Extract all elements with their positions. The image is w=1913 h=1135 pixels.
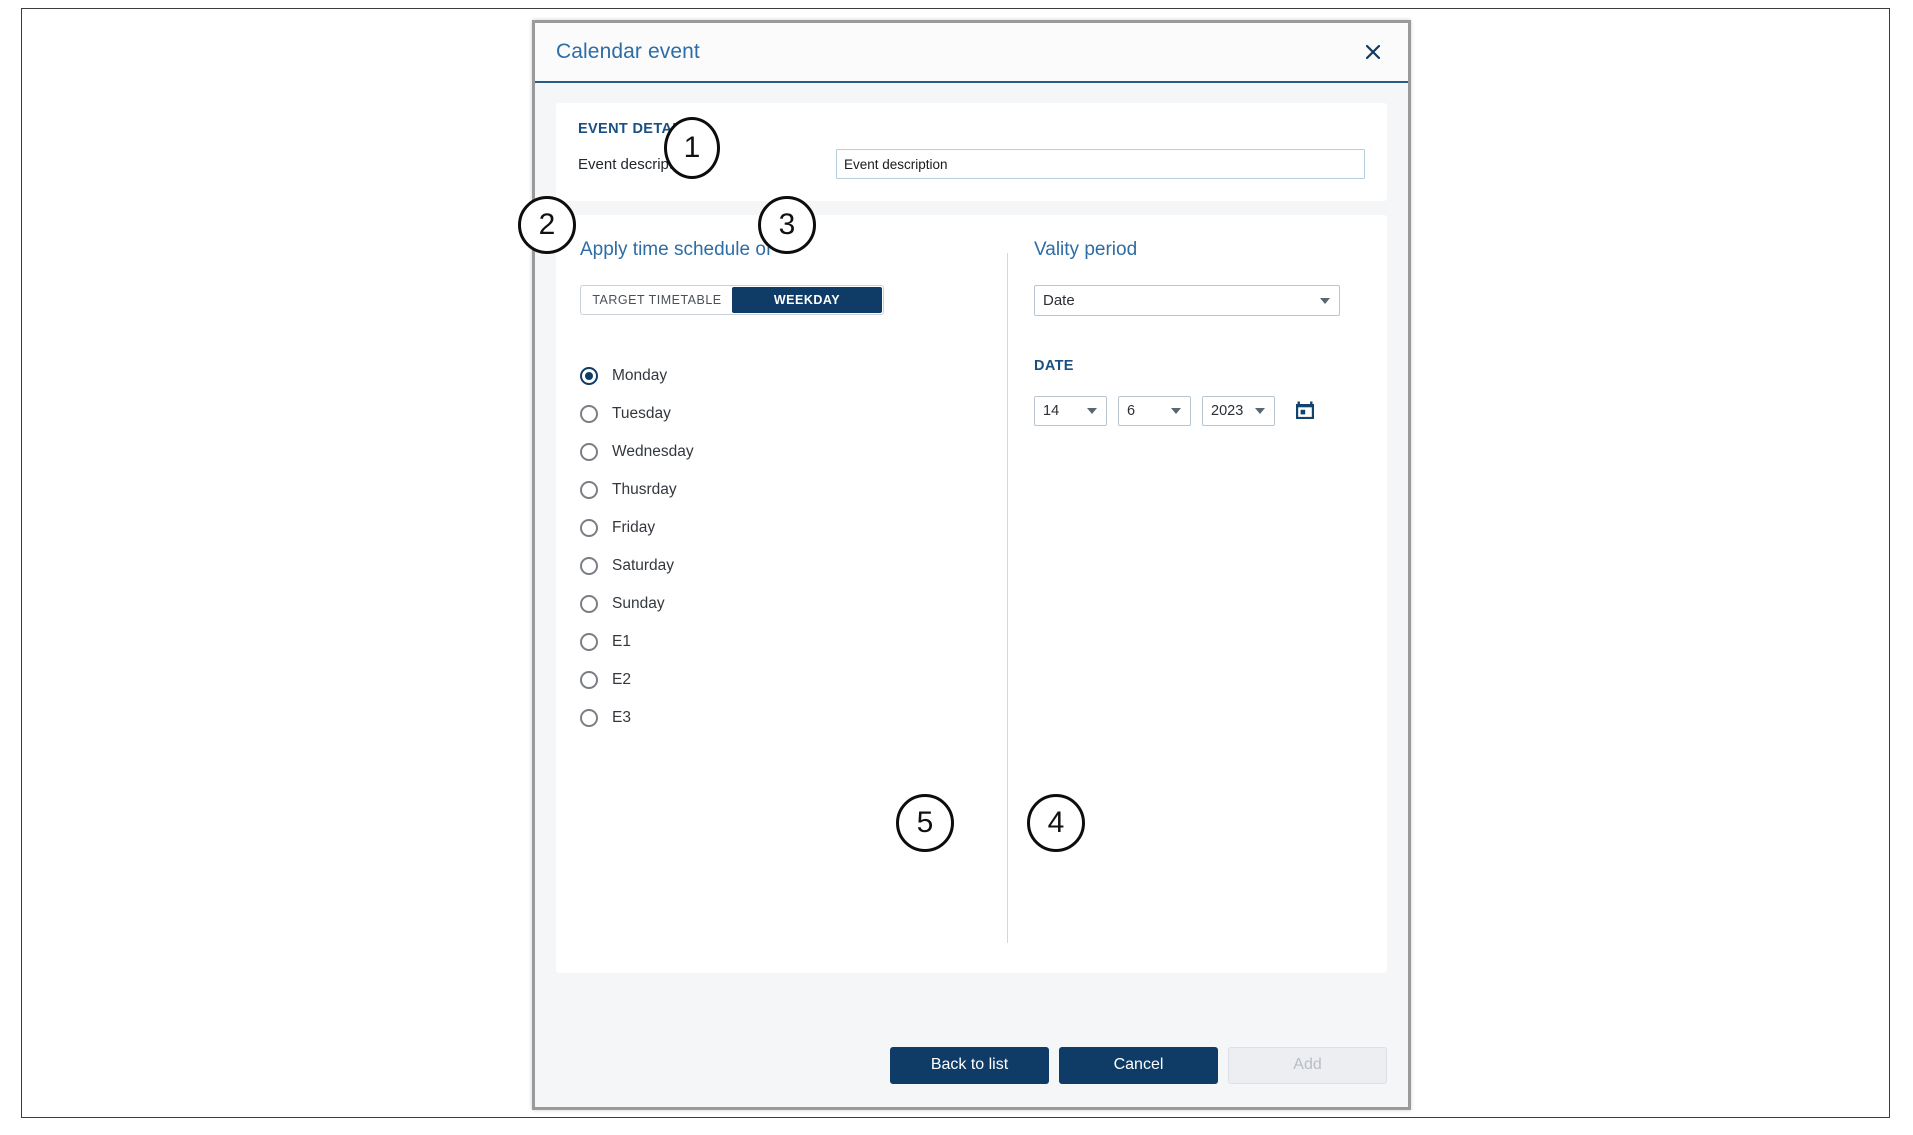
radio-mark-icon [580, 671, 598, 689]
radio-mark-icon [580, 633, 598, 651]
validity-column: Vality period Date DATE 14 6 2023 [1008, 237, 1387, 973]
event-description-input[interactable] [836, 149, 1365, 179]
weekday-radio-list: Monday Tuesday Wednesday Thusrday Friday… [580, 357, 983, 737]
radio-label: Saturday [612, 557, 675, 574]
radio-monday[interactable]: Monday [580, 357, 983, 395]
cancel-button[interactable]: Cancel [1059, 1046, 1218, 1084]
radio-wednesday[interactable]: Wednesday [580, 433, 983, 471]
calendar-icon[interactable] [1294, 400, 1316, 422]
date-section-title: DATE [1034, 358, 1074, 374]
radio-label: Friday [612, 519, 656, 536]
dialog-header: Calendar event [535, 23, 1408, 83]
month-select[interactable]: 6 [1118, 396, 1191, 426]
radio-label: Wednesday [612, 443, 694, 460]
add-button: Add [1228, 1046, 1387, 1084]
radio-e2[interactable]: E2 [580, 661, 983, 699]
validity-type-select[interactable]: Date [1034, 285, 1340, 316]
annotation-marker-4: 4 [1027, 794, 1085, 852]
radio-mark-icon [580, 519, 598, 537]
radio-thursday[interactable]: Thusrday [580, 471, 983, 509]
tab-target-timetable[interactable]: TARGET TIMETABLE [582, 287, 732, 313]
radio-e3[interactable]: E3 [580, 699, 983, 737]
dialog-body: EVENT DETAIL Event description: Apply ti… [535, 83, 1408, 973]
schedule-column: Apply time schedule of TARGET TIMETABLE … [556, 237, 1007, 973]
chevron-down-icon [1320, 297, 1330, 304]
schedule-validity-card: Apply time schedule of TARGET TIMETABLE … [556, 215, 1387, 973]
validity-heading: Vality period [1034, 239, 1138, 260]
annotation-marker-5: 5 [896, 794, 954, 852]
radio-label: E2 [612, 671, 631, 688]
radio-mark-icon [580, 595, 598, 613]
date-picker-row: 14 6 2023 [1034, 396, 1363, 426]
radio-label: E1 [612, 633, 631, 650]
radio-mark-icon [580, 709, 598, 727]
chevron-down-icon [1171, 408, 1181, 414]
radio-mark-icon [580, 557, 598, 575]
month-value: 6 [1127, 403, 1136, 419]
radio-label: Sunday [612, 595, 665, 612]
annotation-marker-3: 3 [758, 196, 816, 254]
year-select[interactable]: 2023 [1202, 396, 1275, 426]
back-to-list-button[interactable]: Back to list [890, 1046, 1049, 1084]
calendar-event-dialog: Calendar event EVENT DETAIL Event descri… [532, 20, 1411, 1110]
radio-friday[interactable]: Friday [580, 509, 983, 547]
annotation-marker-2: 2 [518, 196, 576, 254]
radio-e1[interactable]: E1 [580, 623, 983, 661]
annotation-marker-1: 1 [664, 117, 720, 179]
dialog-footer: Back to list Cancel Add [535, 1023, 1408, 1107]
radio-label: Tuesday [612, 405, 671, 422]
chevron-down-icon [1087, 408, 1097, 414]
radio-mark-icon [580, 405, 598, 423]
year-value: 2023 [1211, 403, 1244, 419]
radio-mark-icon [580, 367, 598, 385]
radio-mark-icon [580, 443, 598, 461]
tab-weekday[interactable]: WEEKDAY [732, 287, 882, 313]
day-value: 14 [1043, 403, 1060, 419]
dialog-title: Calendar event [556, 40, 700, 63]
radio-sunday[interactable]: Sunday [580, 585, 983, 623]
schedule-tab-group: TARGET TIMETABLE WEEKDAY [580, 285, 884, 315]
radio-label: Thusrday [612, 481, 677, 498]
radio-label: E3 [612, 709, 631, 726]
close-icon[interactable] [1358, 37, 1388, 67]
chevron-down-icon [1255, 408, 1265, 414]
radio-mark-icon [580, 481, 598, 499]
validity-type-value: Date [1043, 292, 1075, 309]
screenshot-root: Calendar event EVENT DETAIL Event descri… [0, 0, 1913, 1135]
radio-saturday[interactable]: Saturday [580, 547, 983, 585]
radio-label: Monday [612, 367, 668, 384]
radio-tuesday[interactable]: Tuesday [580, 395, 983, 433]
day-select[interactable]: 14 [1034, 396, 1107, 426]
